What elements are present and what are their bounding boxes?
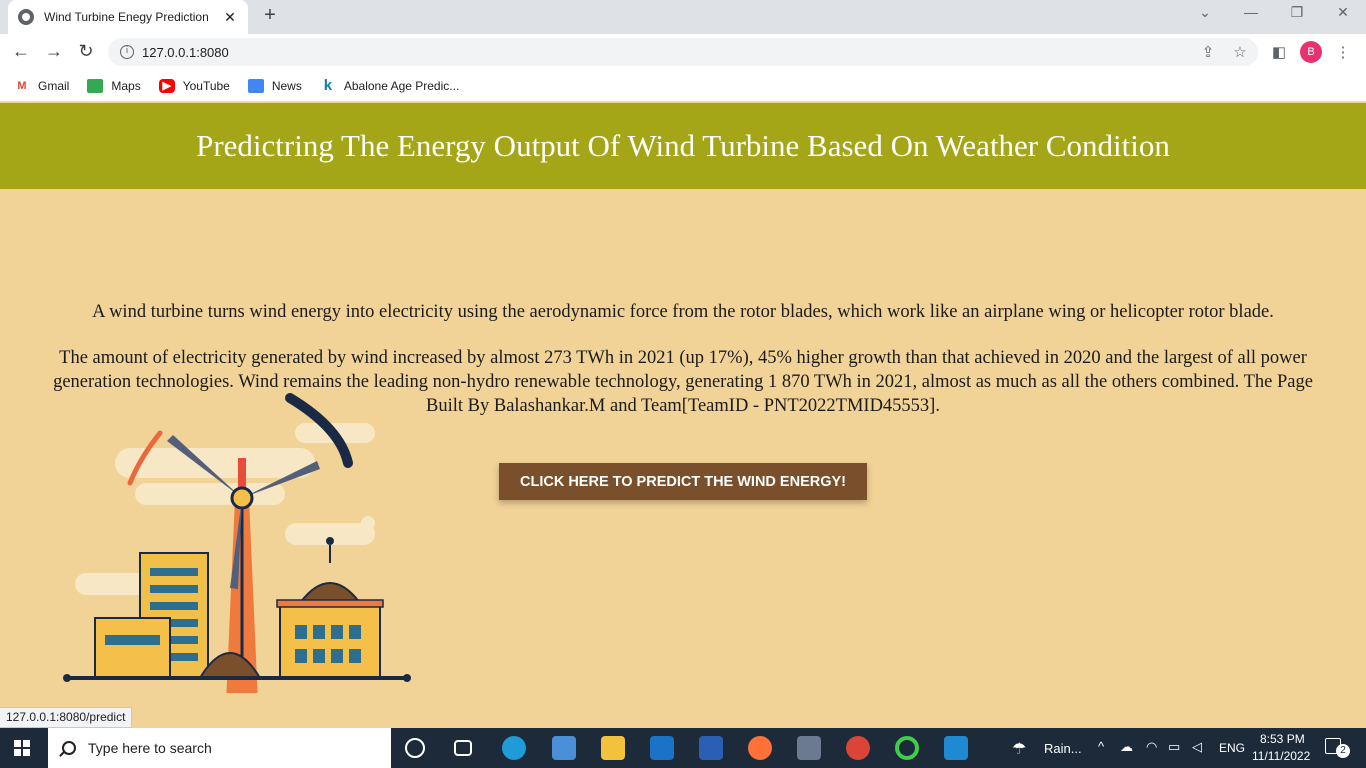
address-bar[interactable]: i 127.0.0.1:8080 — [108, 38, 1258, 66]
maps-icon — [87, 78, 104, 93]
page-content: A wind turbine turns wind energy into el… — [40, 300, 1326, 440]
bookmark-label: YouTube — [182, 78, 230, 93]
vscode-icon[interactable] — [944, 736, 968, 760]
reload-button[interactable]: ↻ — [75, 41, 97, 62]
bookmark-label: News — [271, 78, 302, 93]
wifi-icon[interactable]: ◠ — [1146, 739, 1157, 755]
bookmark-abalone[interactable]: k Abalone Age Predic... — [320, 76, 460, 94]
web-page: Predictring The Energy Output Of Wind Tu… — [0, 103, 1366, 728]
windows-taskbar: Type here to search ☂ Rain... ^ ☁ ◠ ▭ ◁ … — [0, 728, 1366, 768]
app-icon[interactable] — [699, 736, 723, 760]
minimize-button[interactable]: — — [1236, 4, 1266, 20]
bookmark-star-icon[interactable]: ☆ — [1230, 43, 1250, 61]
gmail-icon: M — [17, 79, 27, 92]
news-icon — [247, 78, 264, 93]
window-close-button[interactable]: ✕ — [1328, 4, 1358, 21]
cortana-icon[interactable] — [405, 738, 425, 758]
bookmarks-bar: M Gmail Maps ▶ YouTube News k Abalone Ag… — [0, 70, 1366, 102]
globe-icon — [18, 9, 34, 25]
volume-icon[interactable]: ◁ — [1192, 739, 1202, 755]
menu-icon[interactable]: ⋮ — [1333, 43, 1353, 61]
edge-icon[interactable] — [502, 736, 526, 760]
battery-icon[interactable]: ▭ — [1168, 739, 1180, 755]
predict-wind-energy-button[interactable]: CLICK HERE TO PREDICT THE WIND ENERGY! — [499, 463, 867, 500]
new-tab-button[interactable]: + — [258, 4, 282, 27]
intro-paragraph: A wind turbine turns wind energy into el… — [92, 302, 1274, 322]
sync-app-icon[interactable] — [895, 736, 919, 760]
clock-time[interactable]: 8:53 PM — [1260, 732, 1305, 746]
bookmark-label: Gmail — [38, 78, 70, 93]
forward-button[interactable]: → — [43, 41, 65, 62]
youtube-icon: ▶ — [158, 78, 175, 93]
tab-title: Wind Turbine Enegy Prediction — [44, 10, 209, 24]
browser-toolbar: ← → ↻ i 127.0.0.1:8080 ⇪ ☆ ◧ B ⋮ — [0, 34, 1366, 70]
file-explorer-icon[interactable] — [601, 736, 625, 760]
browser-tab[interactable]: Wind Turbine Enegy Prediction ✕ — [8, 0, 248, 34]
back-button[interactable]: ← — [10, 41, 32, 62]
rain-weather-icon[interactable]: ☂ — [1012, 739, 1026, 759]
bookmark-youtube[interactable]: ▶ YouTube — [158, 78, 230, 93]
restore-button[interactable]: ❐ — [1282, 4, 1312, 21]
bookmark-maps[interactable]: Maps — [87, 78, 141, 93]
side-panel-icon[interactable]: ◧ — [1269, 43, 1289, 61]
mail-icon[interactable] — [650, 736, 674, 760]
notification-badge: 2 — [1336, 744, 1350, 758]
store-icon[interactable] — [552, 736, 576, 760]
start-windows-icon[interactable] — [14, 740, 30, 756]
search-placeholder: Type here to search — [88, 740, 212, 756]
media-player-icon[interactable] — [797, 736, 821, 760]
bookmark-gmail[interactable]: M Gmail — [14, 79, 69, 93]
firefox-icon[interactable] — [748, 736, 772, 760]
weather-text[interactable]: Rain... — [1044, 741, 1082, 756]
bookmark-label: Maps — [111, 78, 141, 93]
clock-date[interactable]: 11/11/2022 — [1252, 749, 1310, 763]
chrome-icon[interactable] — [846, 736, 870, 760]
chevron-up-icon[interactable]: ^ — [1098, 739, 1104, 754]
page-title: Predictring The Energy Output Of Wind Tu… — [196, 128, 1170, 163]
task-view-icon[interactable] — [454, 740, 472, 756]
stats-paragraph: The amount of electricity generated by w… — [53, 348, 1313, 416]
profile-avatar[interactable]: B — [1300, 41, 1322, 63]
browser-tabstrip: Wind Turbine Enegy Prediction ✕ + ⌄ — ❐ … — [0, 0, 1366, 34]
link-status-bar: 127.0.0.1:8080/predict — [0, 707, 133, 728]
page-header: Predictring The Energy Output Of Wind Tu… — [0, 103, 1366, 189]
share-icon[interactable]: ⇪ — [1198, 43, 1218, 61]
site-info-icon[interactable]: i — [120, 45, 134, 59]
onedrive-icon[interactable]: ☁ — [1120, 739, 1133, 755]
k-icon: k — [323, 76, 333, 94]
language-indicator[interactable]: ENG — [1219, 741, 1245, 755]
bookmark-news[interactable]: News — [247, 78, 302, 93]
bookmark-label: Abalone Age Predic... — [343, 78, 460, 93]
address-url: 127.0.0.1:8080 — [142, 44, 229, 60]
taskbar-search-input[interactable]: Type here to search — [48, 728, 391, 768]
tab-close-icon[interactable]: ✕ — [222, 9, 238, 26]
search-icon — [62, 741, 76, 755]
tab-search-icon[interactable]: ⌄ — [1190, 4, 1220, 21]
